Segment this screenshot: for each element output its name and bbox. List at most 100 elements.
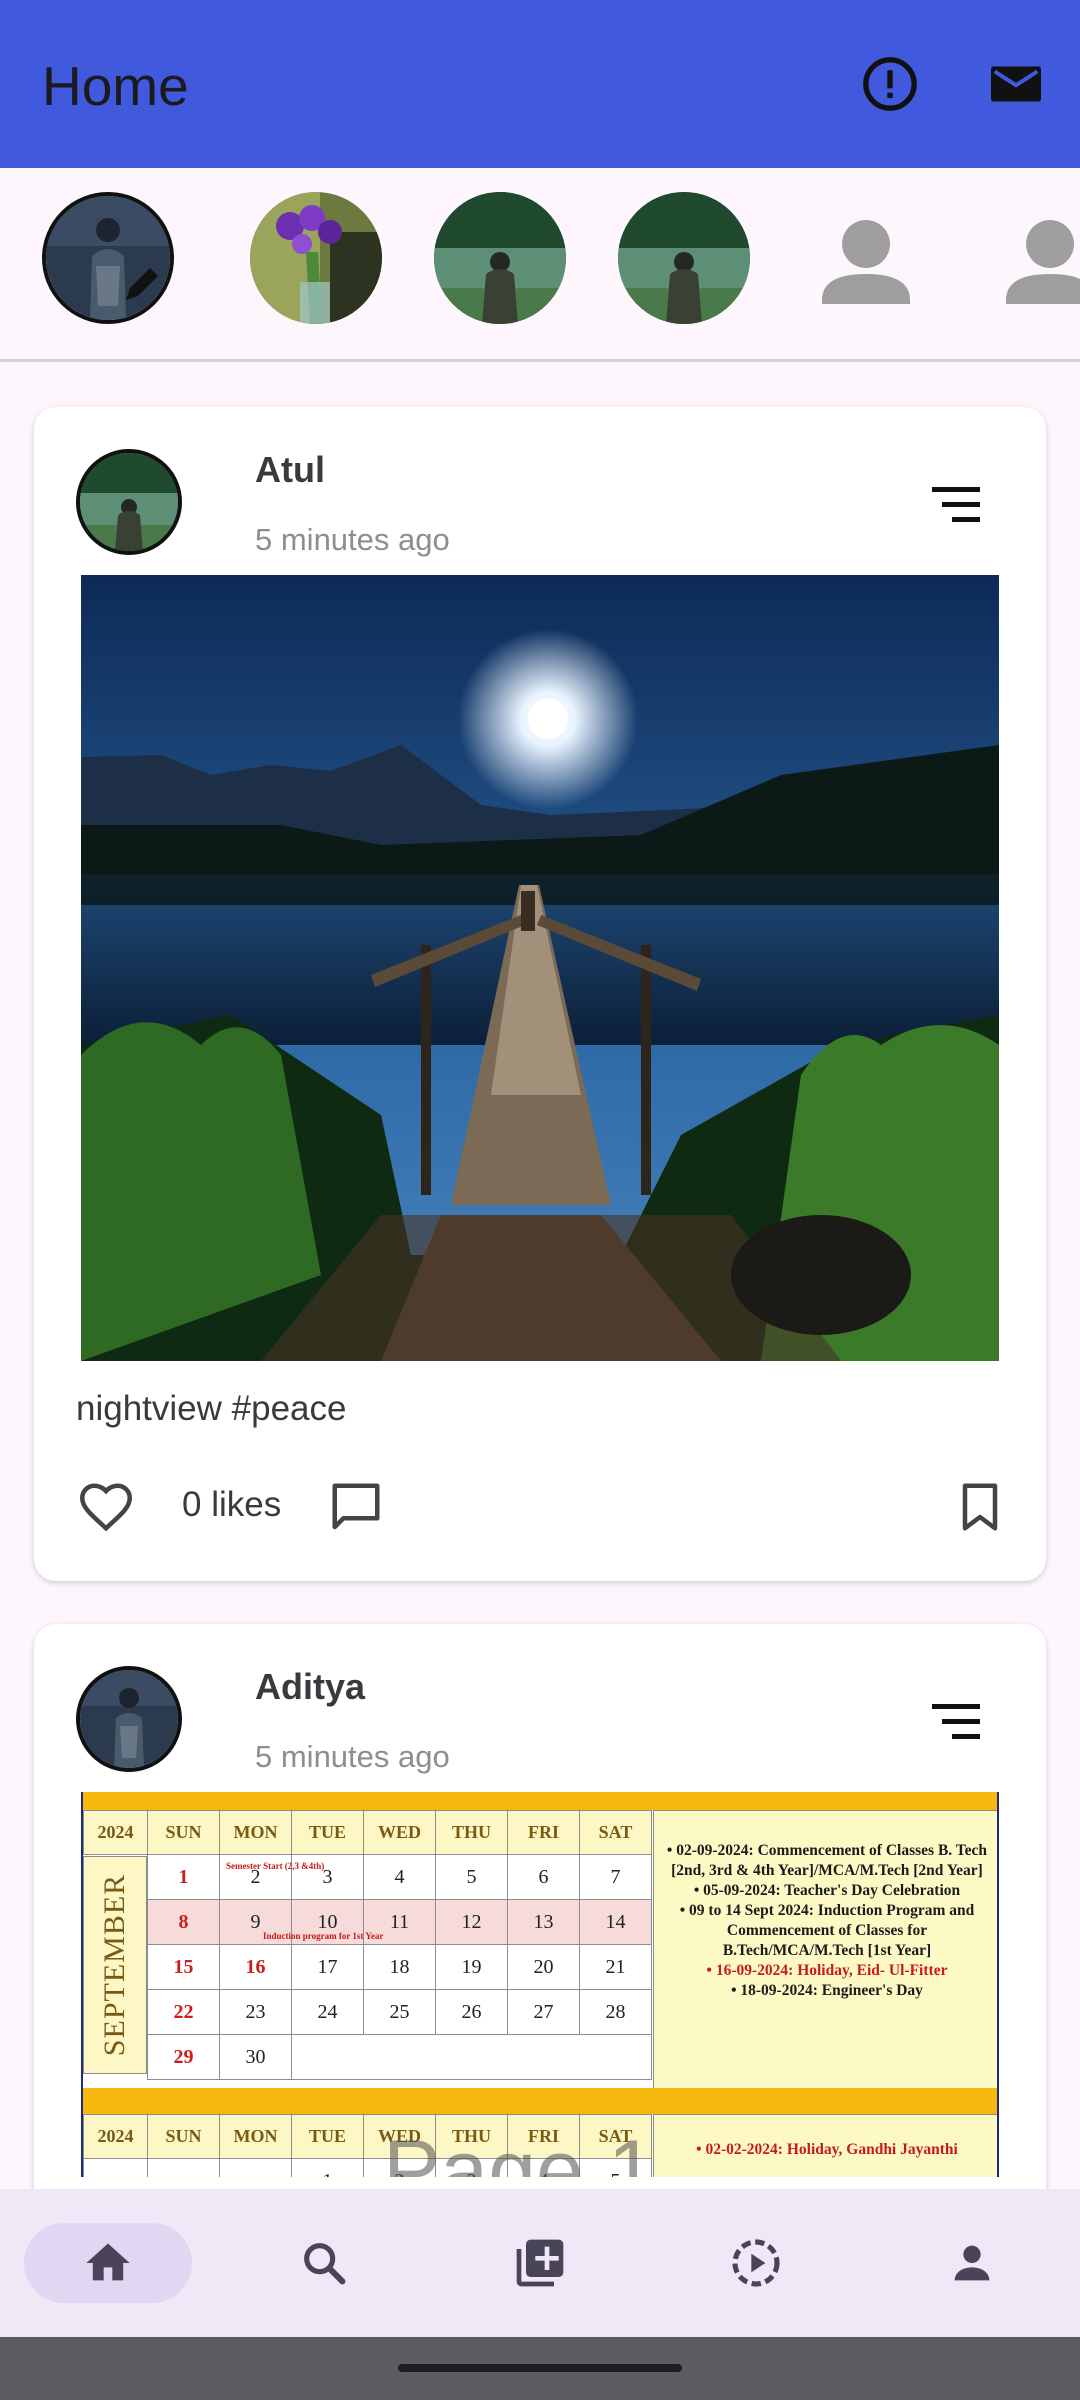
post-actions: 0 likes [34, 1467, 1046, 1547]
day-header: SUN [147, 2114, 220, 2159]
story-lake-image [618, 192, 750, 324]
post-menu-button[interactable] [928, 1700, 984, 1744]
calendar-year: 2024 [83, 1810, 148, 1855]
alert-circle-icon [863, 57, 917, 111]
home-screen: Home Atul 5 minutes ago nightview #peace… [0, 0, 1080, 2400]
calendar-day: 20 [507, 1944, 580, 1990]
calendar-day: 13 [507, 1899, 580, 1945]
calendar-day: 15 [147, 1944, 220, 1990]
avatar-image [80, 453, 178, 551]
calendar-day: 19 [435, 1944, 508, 1990]
calendar-day [219, 2158, 292, 2177]
day-header: TUE [291, 1810, 364, 1855]
calendar-note: • 16-09-2024: Holiday, Eid- Ul-Fitter [706, 1962, 948, 1979]
calendar-day: 22 [147, 1989, 220, 2035]
alert-button[interactable] [854, 48, 926, 120]
post-image[interactable]: 2024 SUN MON TUE WED THU FRI SAT 1 2 3 4… [81, 1792, 999, 2177]
calendar-day: 1 [147, 1854, 220, 1900]
calendar-grid: 2024 SUN MON TUE WED THU FRI SAT 1 2 3 4… [83, 1810, 652, 2080]
my-story[interactable] [42, 192, 174, 324]
bookmark-button[interactable] [950, 1477, 1010, 1537]
story-item[interactable] [984, 192, 1080, 324]
post-caption: nightview #peace [76, 1389, 347, 1428]
calendar-day: 27 [507, 1989, 580, 2035]
home-gesture-handle[interactable] [398, 2364, 682, 2372]
post-image[interactable] [81, 575, 999, 1361]
induction-note: Induction program for 1st Year [263, 1931, 384, 1941]
post-card: Atul 5 minutes ago nightview #peace 0 li… [34, 407, 1046, 1581]
post-time: 5 minutes ago [255, 1739, 450, 1774]
calendar-day: 4 [363, 1854, 436, 1900]
person-placeholder-icon [1006, 220, 1080, 304]
story-item[interactable] [434, 192, 566, 324]
day-header: WED [363, 1810, 436, 1855]
day-header: FRI [507, 1810, 580, 1855]
calendar-day: 14 [579, 1899, 652, 1945]
nav-add-post[interactable] [456, 2223, 624, 2303]
home-icon [86, 2243, 130, 2281]
calendar-day: 1 [291, 2158, 364, 2177]
story-lake-image [434, 192, 566, 324]
calendar-band [83, 2088, 997, 2114]
calendar-note: • 02-02-2024: Holiday, Gandhi Jayanthi [653, 2114, 997, 2177]
like-button[interactable] [76, 1477, 136, 1537]
search-icon [304, 2243, 346, 2285]
calendar-note: • 09 to 14 Sept 2024: Induction Program … [679, 1902, 975, 1959]
sort-menu-icon [932, 487, 980, 522]
calendar-month-label: SEPTEMBER [83, 1856, 147, 2074]
post-card: Aditya 5 minutes ago 2024 SUN MON TUE WE… [34, 1624, 1046, 2224]
messages-button[interactable] [980, 48, 1052, 120]
calendar-day: 6 [507, 1854, 580, 1900]
calendar-day: 24 [291, 1989, 364, 2035]
nav-reels[interactable] [672, 2223, 840, 2303]
story-flowers-image [250, 192, 382, 324]
calendar-band [83, 1792, 997, 1810]
calendar-notes: • 02-09-2024: Commencement of Classes B.… [653, 1810, 997, 2092]
system-navigation-bar [0, 2337, 1080, 2400]
post-username[interactable]: Aditya [255, 1666, 365, 1708]
stories-row [0, 168, 1080, 362]
calendar-day: 21 [579, 1944, 652, 1990]
post-author-avatar[interactable] [76, 449, 182, 555]
day-header: TUE [291, 2114, 364, 2159]
page-watermark: Page 1 [383, 2123, 656, 2177]
calendar-note: • 02-09-2024: Commencement of Classes B.… [666, 1842, 988, 1879]
post-username[interactable]: Atul [255, 449, 325, 491]
day-header: MON [219, 1810, 292, 1855]
calendar-day: 17 [291, 1944, 364, 1990]
likes-count: 0 likes [182, 1485, 282, 1524]
story-item[interactable] [618, 192, 750, 324]
post-time: 5 minutes ago [255, 522, 450, 557]
avatar-image [80, 1670, 178, 1768]
story-item[interactable] [250, 192, 382, 324]
calendar-day: 12 [435, 1899, 508, 1945]
story-item[interactable] [800, 192, 932, 324]
day-header: SAT [579, 1810, 652, 1855]
day-header: SUN [147, 1810, 220, 1855]
calendar-day: 23 [219, 1989, 292, 2035]
calendar-day: 26 [435, 1989, 508, 2035]
calendar-day: 7 [579, 1854, 652, 1900]
post-menu-button[interactable] [928, 483, 984, 527]
app-bar: Home [0, 0, 1080, 168]
story-avatar-image [46, 196, 170, 320]
sort-menu-icon [932, 1704, 980, 1739]
calendar-day: 30 [219, 2034, 292, 2080]
day-header: MON [219, 2114, 292, 2159]
night-lake-pier-image [81, 575, 999, 1361]
calendar-note: • 18-09-2024: Engineer's Day [731, 1982, 923, 1999]
comment-button[interactable] [326, 1477, 386, 1537]
page-title: Home [42, 55, 189, 117]
academic-calendar-image: 2024 SUN MON TUE WED THU FRI SAT 1 2 3 4… [83, 1792, 997, 2177]
calendar-day: 18 [363, 1944, 436, 1990]
post-author-avatar[interactable] [76, 1666, 182, 1772]
calendar-day: 29 [147, 2034, 220, 2080]
nav-home[interactable] [24, 2223, 192, 2303]
mail-icon [991, 66, 1041, 102]
calendar-day [147, 2158, 220, 2177]
heart-icon [79, 1483, 133, 1532]
calendar-day: 5 [435, 1854, 508, 1900]
nav-search[interactable] [240, 2223, 408, 2303]
comment-icon [332, 1483, 380, 1530]
nav-profile[interactable] [888, 2223, 1056, 2303]
